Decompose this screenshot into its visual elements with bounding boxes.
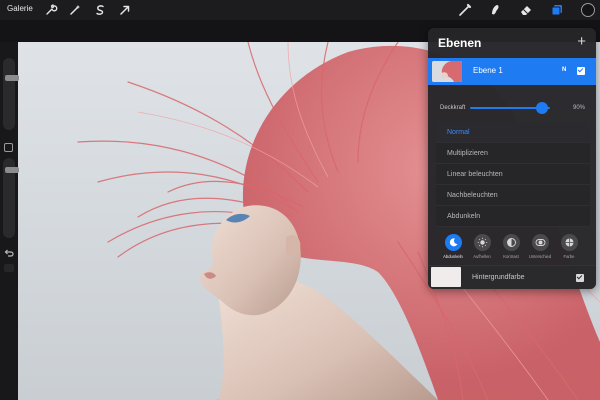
brush-size-slider[interactable] [3, 58, 19, 130]
blend-category-bar: Abdunkeln Aufhellen Kontrast Unterschied… [428, 234, 596, 266]
undo-icon[interactable] [3, 247, 15, 259]
color-picker-icon[interactable] [580, 2, 596, 18]
background-color-swatch[interactable] [431, 267, 461, 287]
blend-mode-linear-burn[interactable]: Linear beleuchten [436, 164, 590, 185]
moon-icon [444, 234, 462, 251]
top-toolbar: Galerie [0, 0, 600, 20]
blend-mode-color-burn[interactable]: Nachbeleuchten [436, 185, 590, 206]
blend-category-unterschied[interactable]: Unterschied [527, 234, 553, 259]
blend-category-farbe[interactable]: Farbe [556, 234, 582, 259]
smudge-icon[interactable] [487, 2, 503, 18]
blend-mode-normal[interactable]: Normal [436, 122, 590, 143]
layer-thumbnail [432, 61, 462, 82]
background-color-label: Hintergrundfarbe [472, 274, 525, 281]
panel-title: Ebenen [438, 36, 482, 50]
blend-mode-badge[interactable]: N [562, 67, 566, 73]
background-color-row[interactable]: Hintergrundfarbe [428, 265, 596, 289]
redo-button[interactable] [4, 264, 14, 272]
left-sidebar [0, 42, 19, 400]
background-visibility-checkbox[interactable] [576, 274, 584, 282]
brush-icon[interactable] [457, 2, 473, 18]
transform-arrow-icon[interactable] [117, 2, 133, 18]
gallery-button[interactable]: Galerie [7, 4, 33, 13]
blend-category-kontrast[interactable]: Kontrast [498, 234, 524, 259]
add-layer-button[interactable]: + [577, 34, 586, 49]
layer-opacity-thumb[interactable] [536, 102, 548, 114]
brush-size-thumb[interactable] [5, 75, 19, 81]
layers-panel: Ebenen + Ebene 1 N Deckkraft 90% Normal … [428, 28, 596, 289]
layer-name: Ebene 1 [473, 66, 503, 75]
sun-icon [473, 234, 491, 251]
opacity-label: Deckkraft [440, 105, 466, 111]
magic-wand-icon[interactable] [67, 2, 83, 18]
opacity-thumb[interactable] [5, 167, 19, 173]
blend-mode-darken[interactable]: Abdunkeln [436, 206, 590, 227]
blend-mode-multiply[interactable]: Multiplizieren [436, 143, 590, 164]
contrast-icon [502, 234, 520, 251]
difference-icon [531, 234, 549, 251]
opacity-slider[interactable] [3, 158, 19, 238]
wrench-icon[interactable] [43, 2, 59, 18]
selection-icon[interactable] [92, 2, 108, 18]
color-icon [560, 234, 578, 251]
layer-row-ebene-1[interactable]: Ebene 1 N [428, 58, 596, 85]
modify-button[interactable] [4, 143, 13, 152]
eraser-icon[interactable] [518, 2, 534, 18]
opacity-value: 90% [573, 105, 586, 111]
blend-category-aufhellen[interactable]: Aufhellen [469, 234, 495, 259]
layer-visibility-checkbox[interactable] [577, 67, 585, 75]
blend-mode-list: Normal Multiplizieren Linear beleuchten … [436, 122, 590, 227]
layers-icon[interactable] [549, 2, 565, 18]
blend-category-abdunkeln[interactable]: Abdunkeln [440, 234, 466, 259]
